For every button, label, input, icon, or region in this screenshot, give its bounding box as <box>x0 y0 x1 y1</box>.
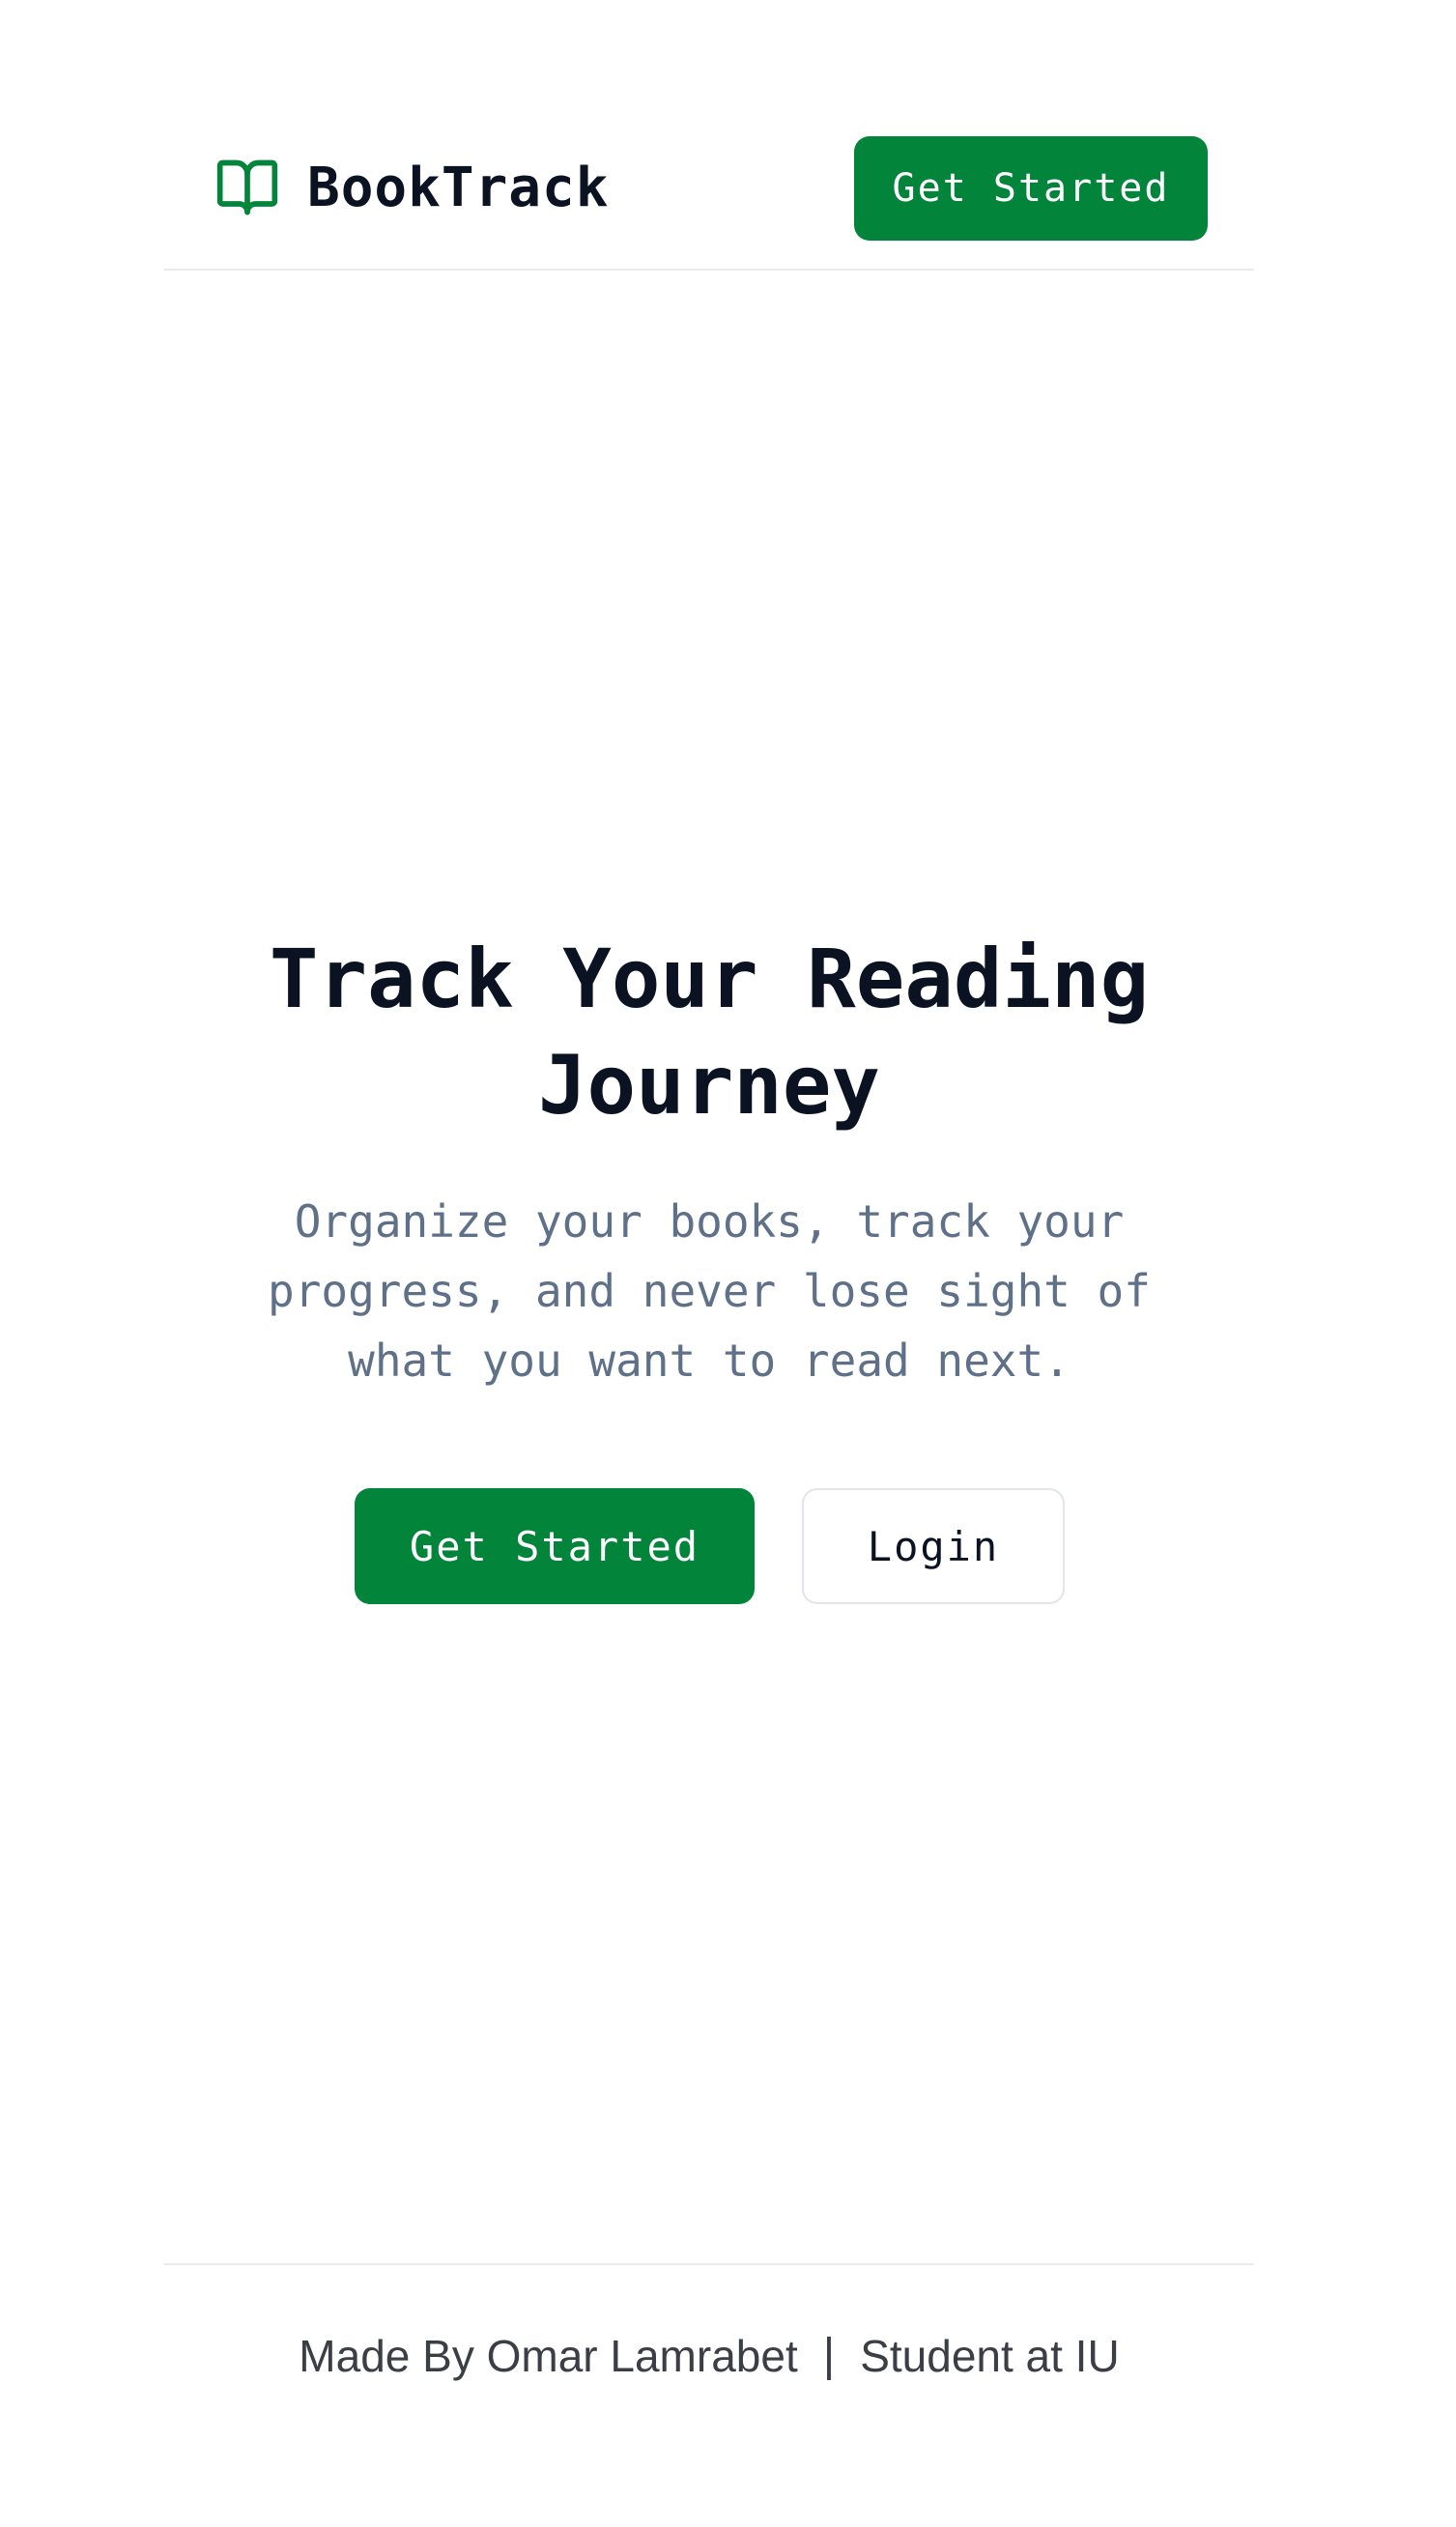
hero-subtitle-line-2: progress, and never lose sight of <box>268 1265 1151 1317</box>
footer-divider <box>164 2263 1254 2265</box>
open-book-icon <box>216 159 278 215</box>
hero-title: Track Your Reading Journey <box>164 926 1254 1138</box>
hero-subtitle: Organize your books, track your progress… <box>232 1187 1186 1395</box>
hero-get-started-button[interactable]: Get Started <box>355 1488 755 1604</box>
hero-subtitle-line-3: what you want to read next. <box>348 1335 1071 1387</box>
footer-separator: | <box>822 2330 836 2381</box>
brand-name: BookTrack <box>307 156 610 219</box>
footer-credit: Made By Omar Lamrabet <box>299 2330 798 2381</box>
login-button[interactable]: Login <box>802 1488 1065 1604</box>
brand-logo[interactable]: BookTrack <box>214 155 609 220</box>
hero-subtitle-line-1: Organize your books, track your <box>294 1195 1125 1248</box>
top-header: BookTrack Get Started <box>164 0 1254 271</box>
hero-title-line-1: Track Your Reading <box>269 932 1150 1026</box>
footer-school: Student at IU <box>860 2330 1120 2381</box>
header-get-started-button[interactable]: Get Started <box>854 136 1208 241</box>
hero-title-line-2: Journey <box>537 1038 880 1133</box>
footer: Made By Omar Lamrabet | Student at IU <box>164 2329 1254 2382</box>
